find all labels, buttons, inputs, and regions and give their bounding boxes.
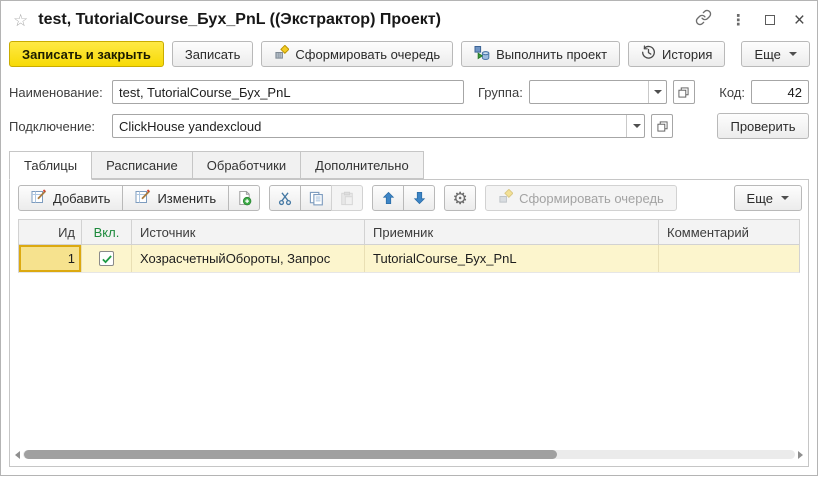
connection-open-button[interactable] — [651, 114, 673, 138]
scissors-icon — [278, 191, 292, 206]
scrollbar-track[interactable] — [23, 450, 795, 459]
paste-icon — [340, 191, 354, 206]
grid-header: Ид Вкл. Источник Приемник Комментарий — [18, 219, 800, 245]
more-menu-icon[interactable]: ⋮ — [731, 11, 746, 29]
tables-panel: Добавить Изменить — [9, 179, 809, 467]
table-wand-icon — [31, 189, 47, 208]
chevron-down-icon — [789, 52, 797, 56]
history-button[interactable]: История — [628, 41, 725, 67]
copy-icon — [309, 191, 324, 206]
scroll-left-icon[interactable] — [15, 451, 20, 459]
group-dropdown-icon[interactable] — [648, 81, 666, 103]
save-button[interactable]: Записать — [172, 41, 254, 67]
form-row-connection: Подключение: Проверить — [1, 113, 817, 139]
column-header-source[interactable]: Источник — [132, 220, 365, 244]
run-project-icon — [474, 45, 490, 64]
save-and-close-button[interactable]: Записать и закрыть — [9, 41, 164, 67]
queue-icon — [498, 189, 513, 207]
more-button[interactable]: Еще — [741, 41, 809, 67]
maximize-icon[interactable] — [765, 15, 775, 25]
move-button-group — [372, 185, 435, 211]
edit-row-button[interactable]: Изменить — [122, 185, 229, 211]
cut-button[interactable] — [269, 185, 301, 211]
cell-id[interactable]: 1 — [19, 245, 82, 272]
tab-tables[interactable]: Таблицы — [9, 151, 92, 180]
settings-button[interactable]: ⚙ — [444, 185, 476, 211]
add-row-button[interactable]: Добавить — [18, 185, 123, 211]
scrollbar-thumb[interactable] — [24, 450, 557, 459]
group-label: Группа: — [478, 85, 523, 100]
table-wand-icon — [135, 189, 151, 208]
tab-additional[interactable]: Дополнительно — [300, 151, 424, 179]
name-label: Наименование: — [9, 85, 106, 100]
chevron-down-icon — [781, 196, 789, 200]
tab-schedule[interactable]: Расписание — [91, 151, 193, 179]
name-input[interactable] — [112, 80, 464, 104]
open-in-window-icon — [657, 121, 668, 132]
code-input[interactable] — [751, 80, 809, 104]
window-title: test, TutorialCourse_Бух_PnL ((Экстракто… — [38, 11, 441, 29]
open-in-window-icon — [678, 87, 689, 98]
column-header-comment[interactable]: Комментарий — [659, 220, 799, 244]
titlebar: ☆ test, TutorialCourse_Бух_PnL ((Экстрак… — [1, 1, 817, 39]
column-header-enabled[interactable]: Вкл. — [82, 220, 132, 244]
cell-source[interactable]: ХозрасчетныйОбороты, Запрос — [132, 245, 365, 272]
edit-button-group: Добавить Изменить — [18, 185, 260, 211]
form-row-name: Наименование: Группа: Код: — [1, 80, 817, 104]
arrow-up-icon — [382, 191, 395, 205]
move-up-button[interactable] — [372, 185, 404, 211]
cell-target[interactable]: TutorialCourse_Бух_PnL — [365, 245, 659, 272]
move-down-button[interactable] — [403, 185, 435, 211]
table-form-queue-button: Сформировать очередь — [485, 185, 677, 211]
table-row[interactable]: 1 ХозрасчетныйОбороты, Запрос TutorialCo… — [18, 245, 800, 273]
group-open-button[interactable] — [673, 80, 695, 104]
group-combo[interactable] — [529, 80, 667, 104]
check-connection-button[interactable]: Проверить — [717, 113, 809, 139]
form-queue-button[interactable]: Сформировать очередь — [261, 41, 453, 67]
gear-icon: ⚙ — [452, 190, 467, 207]
extractor-project-window: ☆ test, TutorialCourse_Бух_PnL ((Экстрак… — [0, 0, 818, 476]
table-more-button[interactable]: Еще — [734, 185, 802, 211]
checkbox-checked-icon — [101, 253, 113, 265]
connection-input[interactable] — [113, 115, 626, 137]
connection-dropdown-icon[interactable] — [626, 115, 644, 137]
run-project-button[interactable]: Выполнить проект — [461, 41, 620, 67]
code-label: Код: — [719, 85, 745, 100]
connection-label: Подключение: — [9, 119, 106, 134]
cell-enabled[interactable] — [82, 245, 132, 272]
table-toolbar: Добавить Изменить — [10, 180, 808, 216]
window-controls: ⋮ × — [695, 9, 805, 31]
cell-comment[interactable] — [659, 245, 799, 272]
scroll-right-icon[interactable] — [798, 451, 803, 459]
copy-button[interactable] — [300, 185, 332, 211]
history-clock-icon — [641, 45, 656, 63]
close-icon[interactable]: × — [794, 11, 805, 30]
add-document-button[interactable] — [228, 185, 260, 211]
connection-combo[interactable] — [112, 114, 645, 138]
clipboard-button-group — [269, 185, 363, 211]
horizontal-scrollbar[interactable] — [15, 448, 803, 461]
command-bar: Записать и закрыть Записать Сформировать… — [1, 39, 817, 71]
queue-icon — [274, 45, 289, 63]
tab-bar: Таблицы Расписание Обработчики Дополните… — [9, 151, 817, 179]
tab-handlers[interactable]: Обработчики — [192, 151, 301, 179]
link-icon[interactable] — [695, 9, 712, 31]
tables-grid: Ид Вкл. Источник Приемник Комментарий 1 … — [18, 219, 800, 446]
enabled-checkbox[interactable] — [99, 251, 114, 266]
column-header-target[interactable]: Приемник — [365, 220, 659, 244]
column-header-id[interactable]: Ид — [19, 220, 82, 244]
favorite-star-icon[interactable]: ☆ — [13, 12, 28, 29]
group-input[interactable] — [530, 81, 648, 103]
add-document-icon — [237, 190, 252, 206]
arrow-down-icon — [413, 191, 426, 205]
paste-button — [331, 185, 363, 211]
